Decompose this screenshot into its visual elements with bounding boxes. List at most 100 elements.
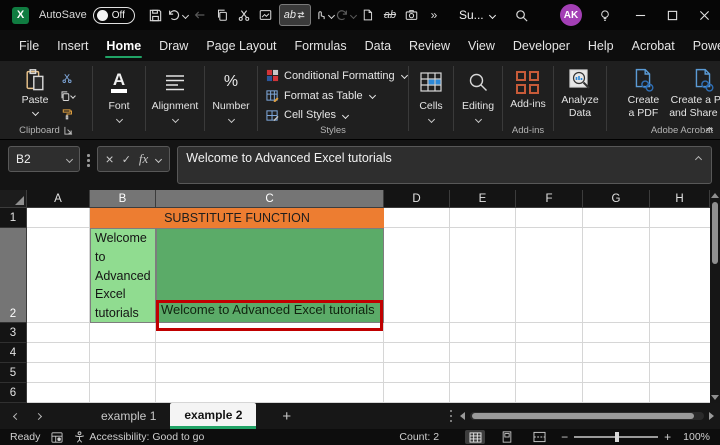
row-header-1[interactable]: 1 bbox=[0, 208, 27, 228]
horizontal-scrollbar[interactable] bbox=[460, 412, 714, 420]
zoom-in-icon[interactable]: + bbox=[664, 430, 671, 444]
column-header-b[interactable]: B bbox=[90, 190, 156, 208]
editing-icon bbox=[467, 67, 489, 97]
zoom-out-icon[interactable]: − bbox=[561, 430, 568, 444]
tab-view[interactable]: View bbox=[459, 30, 504, 61]
new-document-icon[interactable] bbox=[357, 4, 379, 26]
row-header-6[interactable]: 6 bbox=[0, 383, 27, 403]
tab-formulas[interactable]: Formulas bbox=[286, 30, 356, 61]
vertical-scroll-thumb[interactable] bbox=[712, 202, 718, 264]
tab-acrobat[interactable]: Acrobat bbox=[623, 30, 684, 61]
collapse-formula-bar-icon[interactable] bbox=[695, 156, 702, 163]
row-header-5[interactable]: 5 bbox=[0, 363, 27, 383]
zoom-level[interactable]: 100% bbox=[683, 431, 710, 443]
zoom-thumb[interactable] bbox=[615, 432, 619, 442]
editing-group[interactable]: Editing bbox=[454, 61, 502, 139]
add-sheet-button[interactable]: + bbox=[282, 408, 291, 425]
strikethrough-icon[interactable]: ab bbox=[379, 4, 401, 26]
tab-power-pivot[interactable]: Power Pivot bbox=[684, 30, 720, 61]
cut-icon[interactable] bbox=[233, 4, 255, 26]
insert-function-icon[interactable]: fx bbox=[139, 151, 148, 167]
clipboard-dialog-launcher-icon[interactable] bbox=[64, 126, 73, 135]
row-header-4[interactable]: 4 bbox=[0, 343, 27, 363]
analyze-data-button[interactable]: Analyze Data bbox=[561, 63, 598, 120]
picture-export-icon[interactable] bbox=[255, 4, 277, 26]
tab-page-layout[interactable]: Page Layout bbox=[197, 30, 285, 61]
tab-data[interactable]: Data bbox=[356, 30, 400, 61]
tab-developer[interactable]: Developer bbox=[504, 30, 579, 61]
column-header-a[interactable]: A bbox=[27, 190, 90, 208]
scroll-down-icon[interactable] bbox=[711, 395, 719, 400]
zoom-slider[interactable]: − + bbox=[561, 430, 671, 444]
sheet-tab-example-1[interactable]: example 1 bbox=[87, 403, 170, 429]
normal-view-button[interactable] bbox=[465, 430, 485, 444]
font-group[interactable]: A Font bbox=[93, 61, 145, 139]
tab-draw[interactable]: Draw bbox=[150, 30, 197, 61]
sheet-nav-right-icon[interactable] bbox=[35, 412, 42, 419]
format-as-table-button[interactable]: Format as Table bbox=[266, 86, 375, 106]
sheet-tab-menu-icon[interactable] bbox=[450, 410, 453, 423]
formula-bar-drag-handle[interactable] bbox=[87, 154, 90, 167]
undo-icon[interactable] bbox=[167, 4, 189, 26]
camera-icon[interactable] bbox=[401, 4, 423, 26]
avatar[interactable]: AK bbox=[560, 4, 582, 26]
maximize-button[interactable] bbox=[656, 0, 688, 30]
cell-styles-button[interactable]: Cell Styles bbox=[266, 105, 348, 125]
touch-mode-icon[interactable] bbox=[313, 4, 335, 26]
page-layout-view-button[interactable] bbox=[497, 430, 517, 444]
column-header-g[interactable]: G bbox=[583, 190, 650, 208]
scroll-left-icon[interactable] bbox=[460, 412, 465, 420]
addins-button[interactable]: Add-ins bbox=[510, 63, 546, 111]
tab-review[interactable]: Review bbox=[400, 30, 459, 61]
tab-file[interactable]: File bbox=[10, 30, 48, 61]
tab-insert[interactable]: Insert bbox=[48, 30, 97, 61]
formula-input[interactable]: Welcome to Advanced Excel tutorials bbox=[177, 146, 712, 184]
chevron-down-icon bbox=[31, 109, 38, 116]
create-pdf-share-link-button[interactable]: Create a PDF and Share link bbox=[669, 63, 720, 120]
select-all-button[interactable] bbox=[0, 190, 27, 208]
paste-button[interactable]: Paste bbox=[16, 68, 54, 121]
sheet-nav-left-icon[interactable] bbox=[13, 412, 20, 419]
cancel-icon[interactable]: × bbox=[106, 151, 114, 167]
sheet-tab-example-2[interactable]: example 2 bbox=[170, 403, 256, 429]
tab-home[interactable]: Home bbox=[97, 30, 150, 61]
accessibility-status[interactable]: Accessibility: Good to go bbox=[89, 431, 204, 443]
column-header-c[interactable]: C bbox=[156, 190, 384, 208]
column-header-h[interactable]: H bbox=[650, 190, 710, 208]
name-box[interactable]: B2 bbox=[8, 146, 80, 172]
format-painter-icon[interactable] bbox=[58, 106, 76, 121]
search-icon[interactable] bbox=[510, 4, 532, 26]
create-pdf-button[interactable]: Create a PDF bbox=[628, 63, 660, 120]
close-button[interactable] bbox=[688, 0, 720, 30]
page-break-preview-button[interactable] bbox=[529, 430, 549, 444]
scroll-up-icon[interactable] bbox=[711, 193, 719, 198]
cell-b1c1-merged[interactable]: SUBSTITUTE FUNCTION bbox=[90, 208, 384, 228]
replace-button[interactable]: ab bbox=[279, 4, 311, 26]
tab-help[interactable]: Help bbox=[579, 30, 623, 61]
lightbulb-icon[interactable] bbox=[594, 4, 616, 26]
macro-record-icon[interactable] bbox=[51, 432, 63, 443]
qat-overflow-icon[interactable]: » bbox=[423, 4, 445, 26]
minimize-button[interactable] bbox=[624, 0, 656, 30]
alignment-group[interactable]: Alignment bbox=[146, 61, 204, 139]
column-header-f[interactable]: F bbox=[516, 190, 583, 208]
conditional-formatting-button[interactable]: Conditional Formatting bbox=[266, 66, 407, 86]
row-header-2[interactable]: 2 bbox=[0, 228, 27, 323]
column-header-d[interactable]: D bbox=[384, 190, 450, 208]
save-icon[interactable] bbox=[145, 4, 167, 26]
number-group[interactable]: % Number bbox=[205, 61, 257, 139]
enter-icon[interactable]: ✓ bbox=[122, 153, 131, 166]
document-title[interactable]: Su... bbox=[459, 8, 495, 22]
autosave-toggle[interactable]: Off bbox=[93, 7, 135, 24]
cut-icon[interactable] bbox=[58, 70, 76, 85]
autosave-control[interactable]: AutoSave Off bbox=[39, 7, 135, 24]
cells-group[interactable]: Cells bbox=[409, 61, 453, 139]
row-header-3[interactable]: 3 bbox=[0, 323, 27, 343]
column-header-e[interactable]: E bbox=[450, 190, 516, 208]
scroll-right-icon[interactable] bbox=[709, 412, 714, 420]
cell-b2[interactable]: Welcome to Advanced Excel tutorials bbox=[90, 228, 156, 323]
vertical-scrollbar[interactable] bbox=[710, 190, 720, 403]
copy-icon[interactable] bbox=[58, 88, 76, 103]
horizontal-scroll-thumb[interactable] bbox=[472, 413, 694, 419]
copy-icon[interactable] bbox=[211, 4, 233, 26]
